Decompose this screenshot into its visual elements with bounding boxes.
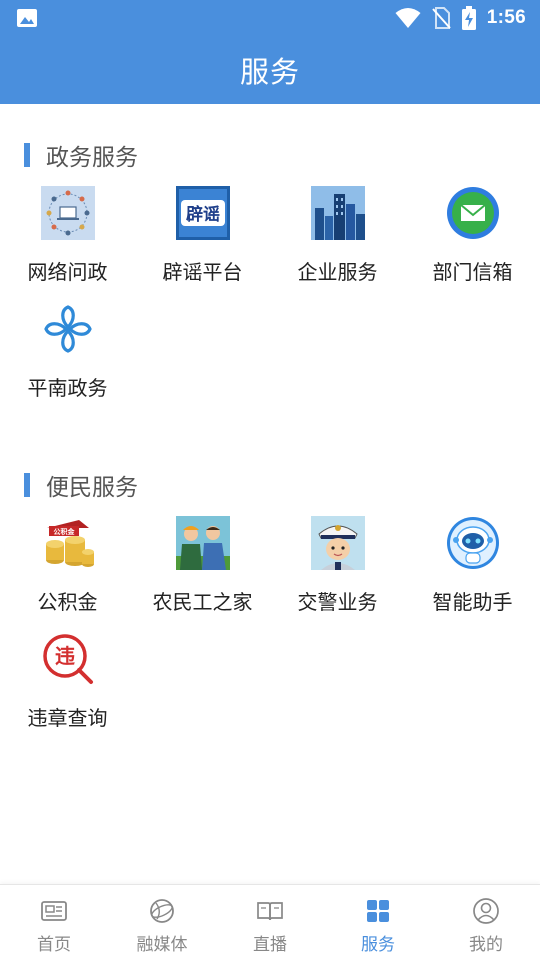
service-housing-fund[interactable]: 公积金 公积金: [0, 516, 135, 626]
tab-media[interactable]: 融媒体: [108, 885, 216, 960]
battery-charging-icon: [461, 6, 476, 30]
tab-label: 服务: [361, 935, 395, 955]
wifi-icon: [395, 8, 421, 28]
coins-stack-icon: 公积金: [41, 516, 95, 570]
housing-fund-badge-text: 公积金: [54, 527, 76, 536]
service-label: 企业服务: [297, 260, 378, 284]
image-icon: [17, 9, 37, 27]
user-icon: [473, 898, 499, 924]
service-online-inquiry[interactable]: 网络问政: [0, 186, 135, 296]
violation-badge-text: 违: [55, 644, 75, 668]
tab-home[interactable]: 首页: [0, 885, 108, 960]
clock: 1:56: [486, 7, 526, 28]
violation-search-icon: 违: [43, 634, 93, 684]
section-title: 政务服务: [46, 145, 138, 171]
no-sim-icon: [432, 7, 451, 29]
service-traffic-police[interactable]: 交警业务: [270, 516, 405, 626]
services-content: 政务服务 网络问政 辟谣 辟谣平台 企业服务 部门信箱 平南政务 便民服务 公积…: [0, 104, 540, 884]
city-buildings-icon: [311, 186, 365, 240]
grid-icon: [367, 900, 389, 922]
section-accent-bar: [24, 143, 30, 167]
bottom-tab-bar: 首页 融媒体 直播 服务 我的: [0, 884, 540, 960]
service-department-mailbox[interactable]: 部门信箱: [405, 186, 540, 296]
mail-envelope-icon: [447, 187, 499, 239]
service-smart-assistant[interactable]: 智能助手: [405, 516, 540, 626]
network-people-icon: [41, 186, 95, 240]
service-label: 平南政务: [27, 376, 108, 400]
tab-label: 首页: [37, 935, 71, 955]
service-label: 网络问政: [27, 260, 108, 284]
service-label: 辟谣平台: [162, 260, 243, 284]
service-label: 农民工之家: [152, 590, 253, 614]
news-icon: [41, 901, 67, 921]
tab-label: 我的: [469, 935, 503, 955]
status-bar: 1:56: [0, 0, 540, 36]
section-header-government: 政务服务: [24, 138, 138, 172]
service-pingnan-government[interactable]: 平南政务: [0, 302, 135, 412]
service-enterprise[interactable]: 企业服务: [270, 186, 405, 296]
government-flower-icon: [44, 305, 92, 353]
tab-label: 融媒体: [136, 935, 188, 955]
service-label: 交警业务: [297, 590, 378, 614]
service-rumor-platform[interactable]: 辟谣 辟谣平台: [135, 186, 270, 296]
service-label: 公积金: [37, 590, 98, 614]
rumor-refute-icon: 辟谣: [176, 186, 230, 240]
tab-mine[interactable]: 我的: [432, 885, 540, 960]
traffic-police-icon: [311, 516, 365, 570]
service-migrant-workers-home[interactable]: 农民工之家: [135, 516, 270, 626]
tab-label: 直播: [253, 935, 287, 955]
system-icons: 1:56: [395, 6, 526, 30]
page-title: 服务: [239, 55, 300, 89]
globe-icon: [150, 899, 174, 923]
app-bar: 服务: [0, 36, 540, 104]
robot-assistant-icon: [447, 517, 499, 569]
section-accent-bar: [24, 473, 30, 497]
workers-icon: [176, 516, 230, 570]
tab-live[interactable]: 直播: [216, 885, 324, 960]
book-icon: [257, 902, 283, 921]
tab-services[interactable]: 服务: [324, 885, 432, 960]
section-header-public: 便民服务: [24, 468, 138, 502]
service-violation-query[interactable]: 违 违章查询: [0, 632, 135, 742]
rumor-badge-text: 辟谣: [185, 204, 220, 225]
service-label: 部门信箱: [432, 260, 513, 284]
section-title: 便民服务: [46, 475, 138, 501]
service-label: 智能助手: [432, 590, 513, 614]
service-label: 违章查询: [27, 706, 108, 730]
